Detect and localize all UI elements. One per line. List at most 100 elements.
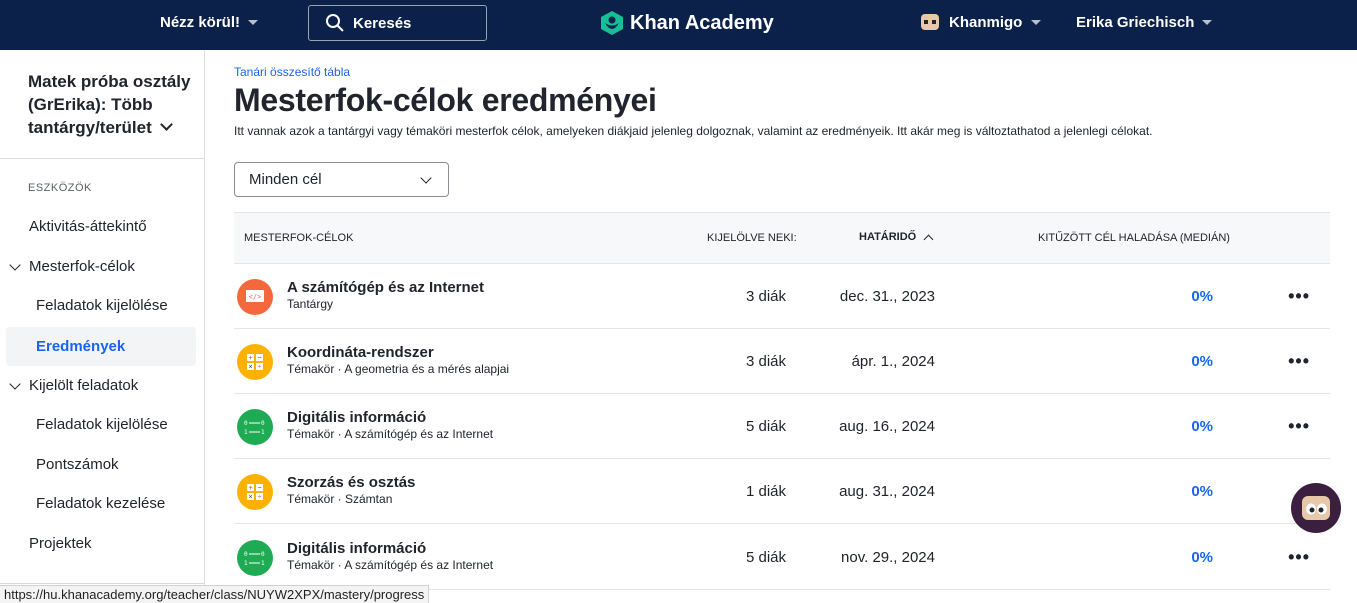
search-placeholder: Keresés <box>353 14 412 32</box>
page-description: Itt vannak azok a tantárgyi vagy témakör… <box>234 124 1153 138</box>
table-header: MESTERFOK-CÉLOK KIJELÖLVE NEKI: HATÁRIDŐ… <box>234 212 1330 264</box>
khanmigo-menu-button[interactable]: Khanmigo <box>920 13 1042 31</box>
svg-text:1: 1 <box>244 429 248 436</box>
caret-down-icon <box>248 20 259 25</box>
sidebar-item-projects[interactable]: Projektek <box>29 535 92 552</box>
sidebar-item-label: Aktivitás-áttekintő <box>29 218 147 235</box>
svg-text:1: 1 <box>261 560 265 567</box>
khanmigo-label: Khanmigo <box>949 13 1023 31</box>
svg-text:÷: ÷ <box>258 364 262 371</box>
assigned-count: 1 diák <box>745 483 786 500</box>
caret-down-icon <box>1031 19 1042 25</box>
goal-title[interactable]: Digitális információ <box>287 409 426 426</box>
binary-icon: 0 0 1 1 <box>237 409 273 445</box>
more-options-icon[interactable]: ••• <box>1288 547 1310 568</box>
math-icon: + − × ÷ <box>237 474 273 510</box>
table-row: + − × ÷ Koordináta-rendszer Témakör · A geo… <box>234 329 1330 394</box>
browser-status-url: https://hu.khanacademy.org/teacher/class… <box>0 585 430 603</box>
goal-subtitle: Témakör · A geometria és a mérés alapjai <box>287 362 510 376</box>
sidebar-item-assign-tasks-2[interactable]: Feladatok kijelölése <box>36 416 168 433</box>
more-options-icon[interactable]: ••• <box>1288 286 1310 307</box>
sidebar-item-activity-overview[interactable]: Aktivitás-áttekintő <box>29 218 147 235</box>
more-options-icon[interactable]: ••• <box>1288 351 1310 372</box>
sidebar-item-manage-tasks[interactable]: Feladatok kezelése <box>36 495 165 512</box>
progress-value[interactable]: 0% <box>1191 353 1213 370</box>
sidebar-item-label: Projektek <box>29 535 92 552</box>
assigned-count: 5 diák <box>745 418 786 435</box>
page-title: Mesterfok-célok eredményei <box>234 82 657 118</box>
class-selector[interactable]: Matek próba osztály (GrErika): Több tant… <box>28 70 200 139</box>
progress-value[interactable]: 0% <box>1191 549 1213 566</box>
column-header-due: HATÁRIDŐ <box>859 231 917 243</box>
svg-text:−: − <box>257 355 261 362</box>
due-date: ápr. 1., 2024 <box>851 353 935 370</box>
svg-text:+: + <box>248 485 252 492</box>
filter-value: Minden cél <box>249 171 322 188</box>
due-date: nov. 29., 2024 <box>841 549 935 566</box>
sidebar-item-label: Eredmények <box>36 338 126 355</box>
svg-text:÷: ÷ <box>258 494 262 501</box>
goal-title[interactable]: Szorzás és osztás <box>287 474 415 491</box>
khanmigo-avatar-icon <box>921 14 939 30</box>
column-header-goals: MESTERFOK-CÉLOK <box>244 232 354 244</box>
goal-title[interactable]: A számítógép és az Internet <box>287 279 484 296</box>
search-input[interactable]: Keresés <box>308 5 487 41</box>
caret-down-icon <box>1202 20 1213 25</box>
top-navigation-bar: Nézz körül! Keresés Khan Academy Khanmig… <box>0 0 1357 50</box>
sidebar-item-mastery-goals[interactable]: Mesterfok-célok <box>9 258 135 275</box>
chevron-down-icon <box>9 377 21 390</box>
brand-name: Khan Academy <box>630 11 774 34</box>
column-header-due-sort[interactable]: HATÁRIDŐ <box>859 231 934 244</box>
assigned-count: 3 diák <box>745 353 786 370</box>
table-row: 0 0 1 1 Digitális információ Témakör · A sz… <box>234 525 1330 590</box>
svg-text:−: − <box>257 485 261 492</box>
explore-menu-button[interactable]: Nézz körül! <box>160 14 259 31</box>
svg-text:×: × <box>248 494 252 501</box>
chevron-down-icon <box>160 118 174 131</box>
sidebar: Matek próba osztály (GrErika): Több tant… <box>0 50 205 603</box>
goal-subtitle: Témakör · A számítógép és az Internet <box>287 558 494 572</box>
column-header-assigned: KIJELÖLVE NEKI: <box>707 232 797 244</box>
due-date: aug. 16., 2024 <box>839 418 935 435</box>
sidebar-item-label: Kijelölt feladatok <box>29 377 139 394</box>
due-date: aug. 31., 2024 <box>839 483 935 500</box>
khan-academy-logo[interactable]: Khan Academy <box>600 10 774 36</box>
sidebar-item-label: Pontszámok <box>36 456 119 473</box>
goal-subtitle: Témakör · Számtan <box>287 492 393 506</box>
due-date: dec. 31., 2023 <box>839 288 935 305</box>
goal-title[interactable]: Koordináta-rendszer <box>287 344 434 361</box>
sidebar-item-assigned-tasks[interactable]: Kijelölt feladatok <box>9 377 139 394</box>
sort-ascending-icon <box>923 234 934 244</box>
explore-label: Nézz körül! <box>160 14 241 31</box>
svg-text:1: 1 <box>244 560 248 567</box>
progress-value[interactable]: 0% <box>1191 483 1213 500</box>
svg-text:+: + <box>248 355 252 362</box>
user-name: Erika Griechisch <box>1076 14 1195 31</box>
svg-text:1: 1 <box>261 429 265 436</box>
sidebar-item-assign-tasks[interactable]: Feladatok kijelölése <box>36 297 168 314</box>
goal-subtitle: Tantárgy <box>287 297 334 311</box>
table-row: </> A számítógép és az Internet Tantárgy… <box>234 264 1330 329</box>
progress-value[interactable]: 0% <box>1191 288 1213 305</box>
divider <box>0 158 204 159</box>
progress-value[interactable]: 0% <box>1191 418 1213 435</box>
divider <box>0 583 204 584</box>
more-options-icon[interactable]: ••• <box>1288 416 1310 437</box>
user-menu-button[interactable]: Erika Griechisch <box>1076 14 1213 31</box>
khanmigo-chat-button[interactable] <box>1291 483 1341 533</box>
assigned-count: 5 diák <box>745 549 786 566</box>
goal-subtitle: Témakör · A számítógép és az Internet <box>287 427 494 441</box>
sidebar-item-scores[interactable]: Pontszámok <box>36 456 119 473</box>
goal-title[interactable]: Digitális információ <box>287 540 426 557</box>
sidebar-item-label: Feladatok kijelölése <box>36 297 168 314</box>
breadcrumb[interactable]: Tanári összesítő tábla <box>234 65 350 79</box>
chevron-down-icon <box>420 172 432 184</box>
sidebar-item-results[interactable]: Eredmények <box>6 327 196 366</box>
svg-text:0: 0 <box>261 551 265 558</box>
svg-text:×: × <box>248 364 252 371</box>
khanmigo-face-icon <box>1302 496 1330 520</box>
sidebar-item-label: Feladatok kijelölése <box>36 416 168 433</box>
math-icon: + − × ÷ <box>237 344 273 380</box>
goal-filter-dropdown[interactable]: Minden cél <box>234 162 449 197</box>
column-header-progress: KITŰZÖTT CÉL HALADÁSA (MEDIÁN) <box>1038 232 1230 244</box>
